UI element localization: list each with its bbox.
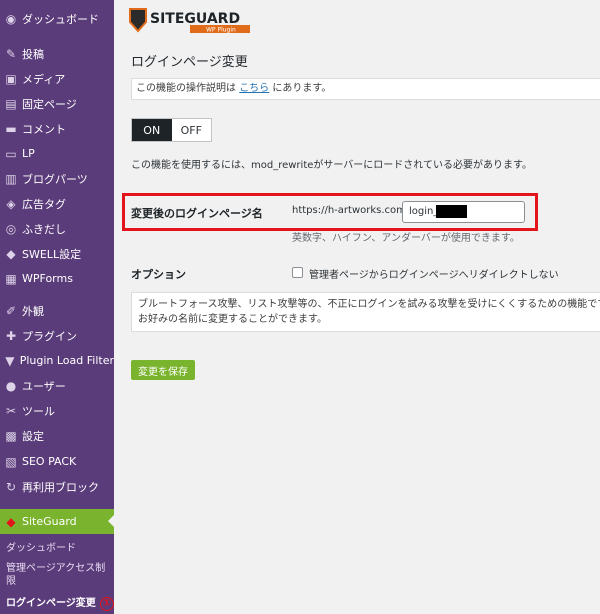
lp-icon: ▭ bbox=[5, 146, 17, 161]
admin-sidebar: ◉ ダッシュボード ✎ 投稿 ▣ メディア ▤ 固定ページ ▬ コメント ▭ LP ▥ ブログパーツ ◈ 広告… bbox=[0, 0, 114, 614]
sidebar-item-reuse-block[interactable]: ↻ 再利用ブロック bbox=[0, 474, 114, 499]
sidebar-item-dashboard[interactable]: ◉ ダッシュボード bbox=[0, 6, 114, 31]
sidebar-item-label: コメント bbox=[22, 122, 66, 136]
redirect-checkbox-label[interactable]: 管理者ページからログインページへリダイレクトしない bbox=[309, 266, 559, 281]
feature-toggle[interactable]: ON OFF bbox=[131, 118, 212, 142]
media-icon: ▣ bbox=[5, 71, 17, 86]
toggle-on-button[interactable]: ON bbox=[132, 119, 172, 141]
settings-icon: ▩ bbox=[5, 428, 17, 443]
sidebar-item-label: プラグイン bbox=[22, 329, 77, 343]
sidebar-item-balloon[interactable]: ◎ ふきだし bbox=[0, 216, 114, 241]
sidebar-item-pages[interactable]: ▤ 固定ページ bbox=[0, 91, 114, 116]
reuse-block-icon: ↻ bbox=[5, 479, 17, 494]
sidebar-item-label: ふきだし bbox=[22, 222, 66, 236]
sidebar-item-label: 外観 bbox=[22, 304, 44, 318]
sidebar-sub-access-limit[interactable]: 管理ページアクセス制限 bbox=[0, 562, 110, 588]
description-line: ブルートフォース攻撃、リスト攻撃等の、不正にログインを試みる攻撃を受けにくくする… bbox=[138, 299, 600, 310]
forms-icon: ▦ bbox=[5, 271, 17, 286]
sidebar-item-label: 再利用ブロック bbox=[22, 480, 99, 494]
sidebar-item-label: SEO PACK bbox=[22, 455, 77, 468]
pin-icon: ✎ bbox=[5, 46, 17, 61]
input-hint: 英数字、ハイフン、アンダーバーが使用できます。 bbox=[292, 233, 520, 244]
save-button[interactable]: 変更を保存 bbox=[131, 360, 195, 380]
sidebar-item-label: ユーザー bbox=[22, 379, 66, 393]
sidebar-item-filter[interactable]: ▼ Plugin Load Filter bbox=[0, 348, 114, 373]
filter-icon: ▼ bbox=[5, 353, 15, 368]
sidebar-item-label: メディア bbox=[22, 72, 66, 86]
siteguard-icon: ◆ bbox=[6, 514, 16, 529]
description-box: ブルートフォース攻撃、リスト攻撃等の、不正にログインを試みる攻撃を受けにくくする… bbox=[131, 292, 600, 332]
sidebar-item-pin[interactable]: ✎ 投稿 bbox=[0, 41, 114, 66]
siteguard-logo: SITEGUARD WP Plugin bbox=[129, 8, 250, 34]
description-line: お好みの名前に変更することができます。 bbox=[138, 314, 327, 325]
option-label: オプション bbox=[131, 268, 186, 281]
sidebar-item-label: 固定ページ bbox=[22, 97, 77, 111]
sidebar-item-label: ブログパーツ bbox=[22, 172, 88, 186]
blog-parts-icon: ▥ bbox=[5, 171, 17, 186]
plugin-icon: ✚ bbox=[5, 328, 17, 343]
url-prefix: https://h-artworks.com/ bbox=[292, 205, 410, 216]
sidebar-item-label: SWELL設定 bbox=[22, 247, 82, 261]
redaction-block bbox=[436, 205, 467, 218]
sidebar-item-label: SiteGuard bbox=[22, 515, 77, 528]
swell-icon: ◆ bbox=[6, 246, 16, 261]
notice-text-after: にあります。 bbox=[272, 83, 332, 94]
user-icon: ● bbox=[5, 378, 17, 393]
help-notice: この機能の操作説明は こちら にあります。 bbox=[131, 78, 600, 100]
sidebar-item-label: 投稿 bbox=[22, 47, 44, 61]
redirect-checkbox[interactable] bbox=[292, 267, 303, 278]
sidebar-item-comment[interactable]: ▬ コメント bbox=[0, 116, 114, 141]
comment-icon: ▬ bbox=[5, 121, 17, 136]
sidebar-item-tag[interactable]: ◈ 広告タグ bbox=[0, 191, 114, 216]
main-content: SITEGUARD WP Plugin ログインページ変更 この機能の操作説明は… bbox=[114, 0, 600, 614]
sidebar-item-tools[interactable]: ✂ ツール bbox=[0, 398, 114, 423]
balloon-icon: ◎ bbox=[5, 221, 17, 236]
sidebar-sub-login-change[interactable]: ログインページ変更 ① bbox=[0, 597, 114, 611]
logo-subtext: WP Plugin bbox=[206, 27, 236, 34]
sidebar-item-blog-parts[interactable]: ▥ ブログパーツ bbox=[0, 166, 114, 191]
step-marker: ① bbox=[99, 597, 114, 611]
sidebar-item-appearance[interactable]: ✐ 外観 bbox=[0, 298, 114, 323]
sidebar-item-swell[interactable]: ◆ SWELL設定 bbox=[0, 241, 114, 266]
sidebar-item-label: 設定 bbox=[22, 429, 44, 443]
sidebar-item-label: WPForms bbox=[22, 272, 73, 285]
logo-text: SITEGUARD bbox=[150, 11, 240, 27]
sidebar-item-seo[interactable]: ▧ SEO PACK bbox=[0, 449, 114, 474]
sidebar-item-user[interactable]: ● ユーザー bbox=[0, 373, 114, 398]
toggle-off-button[interactable]: OFF bbox=[172, 119, 212, 141]
sidebar-item-label: LP bbox=[22, 147, 35, 160]
appearance-icon: ✐ bbox=[5, 303, 17, 318]
sidebar-item-label: ツール bbox=[22, 404, 55, 418]
tools-icon: ✂ bbox=[5, 403, 17, 418]
sidebar-item-media[interactable]: ▣ メディア bbox=[0, 66, 114, 91]
sidebar-item-plugin[interactable]: ✚ プラグイン bbox=[0, 323, 114, 348]
sidebar-item-label: 広告タグ bbox=[22, 197, 66, 211]
seo-icon: ▧ bbox=[5, 454, 17, 469]
pages-icon: ▤ bbox=[5, 96, 17, 111]
sidebar-sub-dashboard[interactable]: ダッシュボード bbox=[0, 542, 114, 555]
sidebar-item-lp[interactable]: ▭ LP bbox=[0, 141, 114, 166]
notice-text-before: この機能の操作説明は bbox=[136, 83, 236, 94]
tag-icon: ◈ bbox=[6, 196, 16, 211]
login-name-label: 変更後のログインページ名 bbox=[131, 207, 263, 220]
sidebar-item-settings[interactable]: ▩ 設定 bbox=[0, 423, 114, 448]
sidebar-item-siteguard[interactable]: ◆ SiteGuard bbox=[0, 509, 114, 534]
dashboard-icon: ◉ bbox=[5, 11, 17, 26]
sub-item-label: ログインページ変更 bbox=[6, 598, 96, 609]
requirement-text: この機能を使用するには、mod_rewriteがサーバーにロードされている必要が… bbox=[131, 160, 532, 171]
page-title: ログインページ変更 bbox=[131, 55, 248, 70]
sidebar-item-forms[interactable]: ▦ WPForms bbox=[0, 266, 114, 291]
sidebar-item-label: ダッシュボード bbox=[22, 12, 99, 26]
help-link[interactable]: こちら bbox=[239, 83, 269, 94]
sidebar-item-label: Plugin Load Filter bbox=[19, 354, 114, 367]
